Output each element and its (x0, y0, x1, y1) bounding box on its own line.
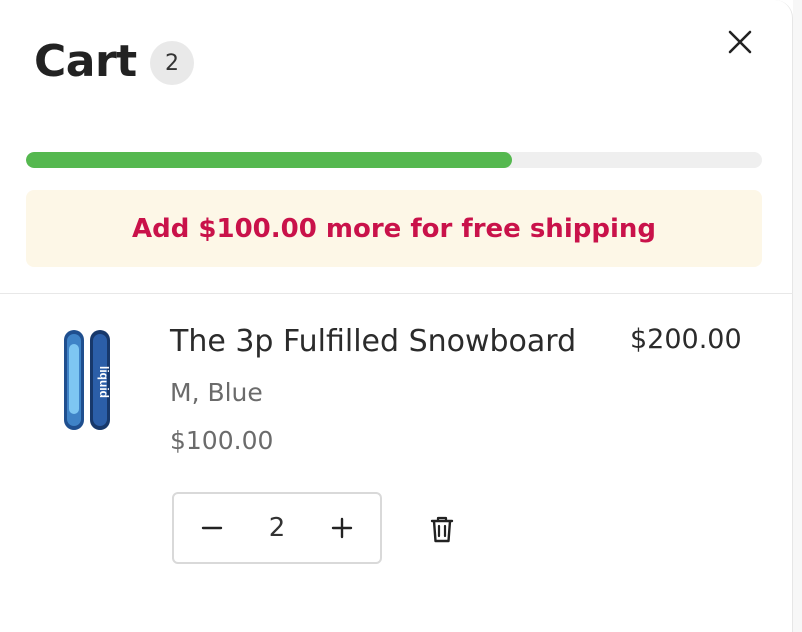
line-total: $200.00 (630, 324, 742, 355)
close-button[interactable] (722, 24, 758, 60)
increase-quantity-button[interactable] (322, 508, 362, 548)
product-thumbnail[interactable]: liquid (58, 326, 118, 434)
divider (0, 293, 793, 294)
page-edge (793, 0, 802, 632)
minus-icon (201, 526, 223, 530)
cart-drawer: Cart 2 Add $100.00 more for free shippin… (0, 0, 793, 632)
free-shipping-progress-fill (26, 152, 512, 168)
product-title[interactable]: The 3p Fulfilled Snowboard (170, 324, 576, 359)
plus-icon (331, 517, 353, 539)
snowboard-brand-text: liquid (97, 366, 111, 398)
trash-icon (430, 516, 454, 543)
quantity-value[interactable]: 2 (269, 513, 286, 543)
free-shipping-message: Add $100.00 more for free shipping (132, 213, 656, 244)
cart-count-badge: 2 (150, 41, 194, 85)
product-variant: M, Blue (170, 378, 263, 407)
free-shipping-notice: Add $100.00 more for free shipping (26, 190, 762, 267)
remove-item-button[interactable] (424, 510, 460, 548)
quantity-stepper[interactable]: 2 (172, 492, 382, 564)
free-shipping-progress (26, 152, 762, 168)
decrease-quantity-button[interactable] (192, 508, 232, 548)
snowboard-image: liquid (64, 330, 111, 430)
close-icon (728, 30, 752, 54)
cart-title: Cart (34, 36, 137, 87)
unit-price: $100.00 (170, 426, 274, 455)
